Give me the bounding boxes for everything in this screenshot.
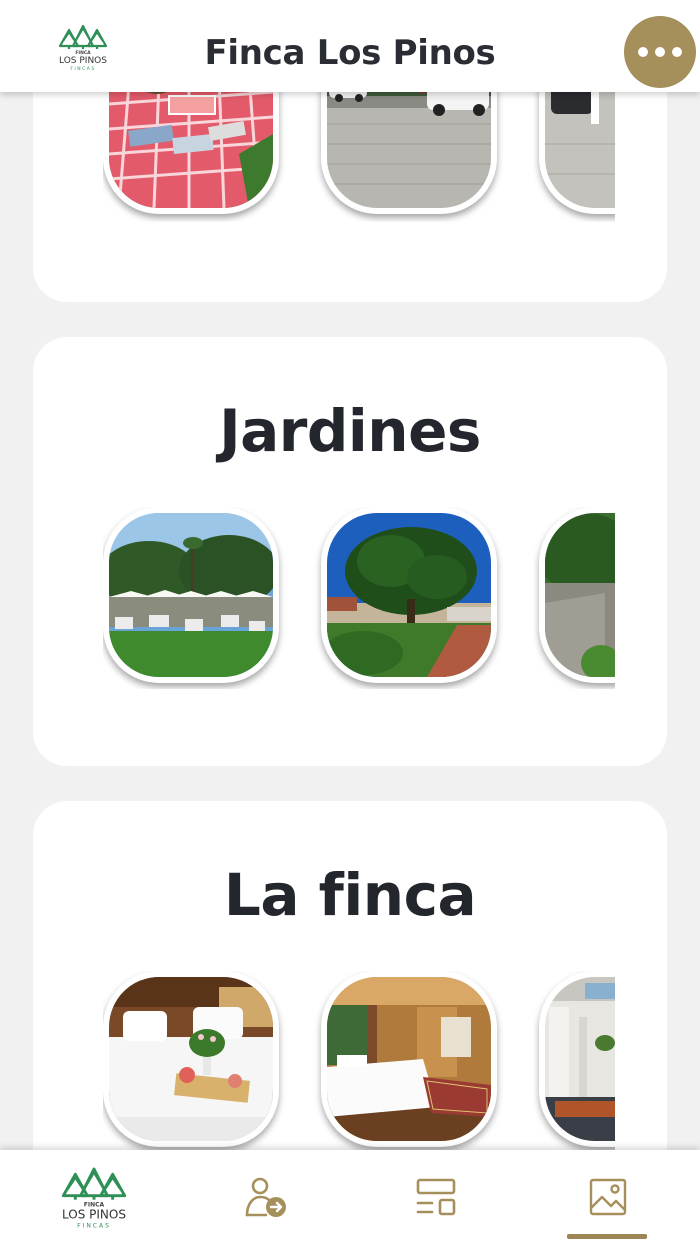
svg-text:FINCAS: FINCAS — [77, 1223, 111, 1230]
bedroom-breakfast-tray-photo[interactable] — [103, 971, 279, 1147]
garden-event-umbrellas-photo[interactable] — [103, 507, 279, 683]
garden-path-photo[interactable] — [539, 507, 615, 683]
user-arrow-icon — [245, 1177, 286, 1217]
more-dot — [672, 47, 682, 57]
section-title: Jardines — [219, 397, 481, 465]
section-card-jardines: Jardines — [33, 337, 667, 766]
nav-home[interactable]: FINCA LOS PINOS FINCAS — [6, 1150, 181, 1244]
photo-carousel[interactable] — [103, 971, 615, 1153]
svg-text:LOS PINOS: LOS PINOS — [62, 1207, 126, 1221]
section-title: La finca — [223, 861, 477, 929]
bottom-navigation: FINCA LOS PINOS FINCAS — [0, 1150, 700, 1244]
nav-profile[interactable] — [178, 1150, 353, 1244]
more-menu-button[interactable] — [624, 16, 696, 88]
nav-services[interactable] — [348, 1150, 523, 1244]
page-title: Finca Los Pinos — [204, 33, 496, 73]
image-icon — [589, 1178, 626, 1216]
layout-list-icon — [416, 1178, 455, 1216]
patio-interior-photo[interactable] — [539, 971, 615, 1147]
nav-gallery[interactable] — [520, 1150, 695, 1244]
more-dot — [655, 47, 665, 57]
more-horizontal-icon — [638, 47, 648, 57]
los-pinos-logo-icon: FINCA LOS PINOS FINCAS — [61, 1167, 126, 1230]
photo-carousel[interactable] — [103, 507, 615, 689]
active-tab-indicator — [567, 1234, 647, 1239]
garden-tree-photo[interactable] — [321, 507, 497, 683]
bedroom-suite-photo[interactable] — [321, 971, 497, 1147]
app-header: FINCA LOS PINOS FINCAS Finca Los Pinos — [0, 0, 700, 92]
